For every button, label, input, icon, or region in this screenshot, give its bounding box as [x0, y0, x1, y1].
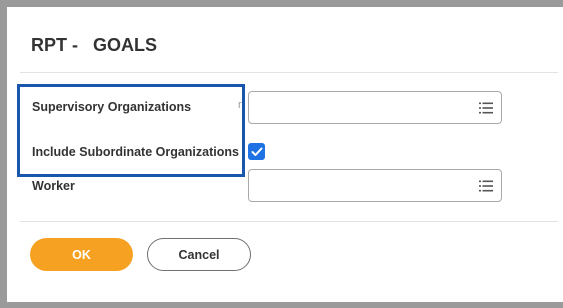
- window-frame-top: [0, 0, 563, 7]
- footer-divider: [20, 221, 558, 222]
- report-dialog: RPT - GOALS Supervisory Organizations r …: [7, 7, 563, 302]
- title-divider: [20, 72, 558, 73]
- window-frame-bottom: [0, 302, 563, 308]
- dialog-title: RPT - GOALS: [31, 35, 157, 55]
- window-frame-left: [0, 0, 7, 308]
- ok-button[interactable]: OK: [30, 238, 133, 271]
- prompt-list-icon[interactable]: [479, 102, 493, 114]
- supervisory-organizations-input[interactable]: [248, 91, 502, 124]
- worker-label: Worker: [32, 179, 75, 193]
- prompt-list-icon[interactable]: [479, 180, 493, 192]
- checkmark-icon: [251, 147, 262, 156]
- highlight-annotation-box: [17, 84, 245, 177]
- include-subordinate-organizations-checkbox[interactable]: [248, 143, 265, 160]
- cancel-button[interactable]: Cancel: [147, 238, 251, 271]
- worker-input[interactable]: [248, 169, 502, 202]
